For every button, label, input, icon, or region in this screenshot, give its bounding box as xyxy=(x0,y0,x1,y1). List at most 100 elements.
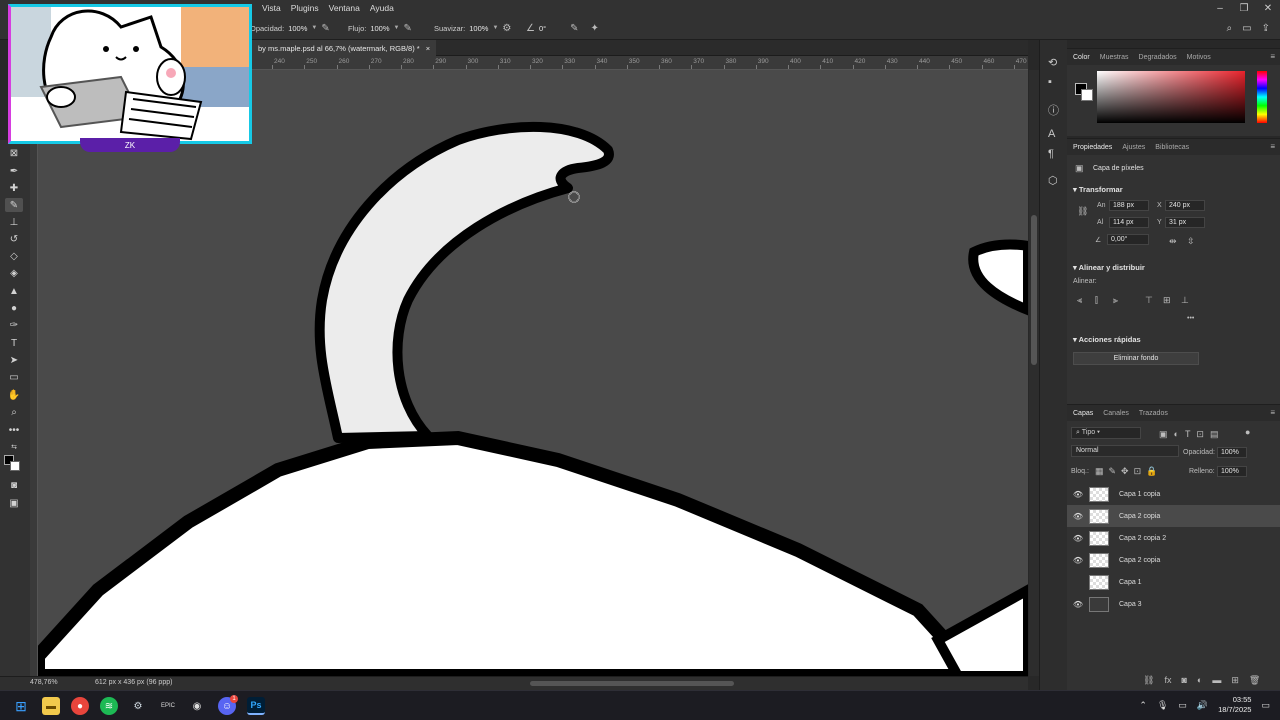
tab-channels[interactable]: Canales xyxy=(1103,410,1129,417)
vertical-scrollbar[interactable] xyxy=(1029,70,1039,676)
layer-row-selected[interactable]: 👁 Capa 2 copia xyxy=(1067,505,1280,527)
transform-section[interactable]: ▾ Transformar xyxy=(1073,185,1123,194)
eye-icon[interactable]: 👁 xyxy=(1067,556,1089,565)
panel-menu-icon[interactable]: ≡ xyxy=(1270,52,1275,61)
layer-row[interactable]: 👁 Capa 3 xyxy=(1067,593,1280,615)
flip-vertical-icon[interactable]: ⇳ xyxy=(1187,236,1195,247)
frame-tool-icon[interactable]: ⊠ xyxy=(5,146,23,160)
character-icon[interactable]: A xyxy=(1048,128,1055,140)
quick-mask-icon[interactable]: ◙ xyxy=(5,478,23,492)
layer-row[interactable]: 👁 Capa 2 copia 2 xyxy=(1067,527,1280,549)
chrome-icon[interactable]: ● xyxy=(71,697,89,715)
pen-tool-icon[interactable]: ✑ xyxy=(5,318,23,332)
background-color-chip[interactable] xyxy=(1081,89,1093,101)
layer-row[interactable]: 👁 Capa 2 copia xyxy=(1067,549,1280,571)
tab-libraries[interactable]: Bibliotecas xyxy=(1155,144,1189,151)
align-middle-icon[interactable]: ⊞ xyxy=(1163,295,1171,306)
smoothing-option[interactable]: Suavizar: 100% ▼ ⚙ xyxy=(434,16,511,40)
obs-icon[interactable]: ◉ xyxy=(188,697,206,715)
brush-angle-value[interactable]: 0° xyxy=(539,24,546,33)
blend-mode-select[interactable]: Normal xyxy=(1071,445,1179,457)
layer-row[interactable]: Capa 1 xyxy=(1067,571,1280,593)
symmetry-icon[interactable]: ✦ xyxy=(591,23,599,34)
history-brush-icon[interactable]: ↺ xyxy=(5,232,23,246)
menu-ventana[interactable]: Ventana xyxy=(329,3,360,13)
width-field[interactable]: 188 px xyxy=(1109,200,1149,211)
tab-properties[interactable]: Propiedades xyxy=(1073,144,1112,151)
brush-tool-icon[interactable]: ✎ xyxy=(5,198,23,212)
file-explorer-icon[interactable]: ▬ xyxy=(42,697,60,715)
network-icon[interactable]: ▭ xyxy=(1178,700,1187,711)
volume-icon[interactable]: 🔊 xyxy=(1197,700,1208,711)
close-tab-icon[interactable]: × xyxy=(426,44,430,53)
healing-brush-icon[interactable]: ✚ xyxy=(5,181,23,195)
flip-horizontal-icon[interactable]: ⇹ xyxy=(1169,236,1177,247)
search-icon[interactable]: ⌕ xyxy=(1227,23,1233,34)
document-canvas[interactable] xyxy=(38,70,1028,676)
remove-background-button[interactable]: Eliminar fondo xyxy=(1073,352,1199,365)
tab-swatches[interactable]: Muestras xyxy=(1100,54,1129,61)
flow-option[interactable]: Flujo: 100% ▼ ✎ xyxy=(348,16,412,40)
layer-row[interactable]: 👁 Capa 1 copia xyxy=(1067,483,1280,505)
hand-tool-icon[interactable]: ✋ xyxy=(5,388,23,402)
close-window-icon[interactable]: ✕ xyxy=(1256,0,1280,16)
x-field[interactable]: 240 px xyxy=(1165,200,1205,211)
menu-vista[interactable]: Vista xyxy=(262,3,281,13)
angle-option[interactable]: ∠ 0° ✎ ✦ xyxy=(526,16,599,40)
path-selection-icon[interactable]: ➤ xyxy=(5,353,23,367)
lock-icons[interactable]: ▦✎✥⊡🔒 xyxy=(1095,466,1162,477)
notification-icon[interactable]: ▭ xyxy=(1261,700,1270,711)
eye-icon[interactable]: 👁 xyxy=(1067,600,1089,609)
angle-field[interactable]: 0,00° xyxy=(1107,234,1149,245)
steam-icon[interactable]: ⚙ xyxy=(129,697,147,715)
opacity-value[interactable]: 100% xyxy=(288,24,307,33)
quick-actions-section[interactable]: ▾ Acciones rápidas xyxy=(1073,335,1141,344)
align-right-icon[interactable]: ⫸ xyxy=(1113,295,1118,306)
color-field[interactable] xyxy=(1097,71,1245,123)
smoothing-value[interactable]: 100% xyxy=(469,24,488,33)
3d-icon[interactable]: ⬡ xyxy=(1048,174,1058,187)
layer-opacity-field[interactable]: 100% xyxy=(1217,447,1247,458)
layer-filter-select[interactable]: ⌕ Tipo ▾ xyxy=(1071,427,1141,439)
background-color-swatch[interactable] xyxy=(10,461,20,471)
hue-slider[interactable] xyxy=(1257,71,1267,123)
tab-patterns[interactable]: Motivos xyxy=(1187,54,1211,61)
gear-icon[interactable]: ⚙ xyxy=(502,23,511,34)
document-tab[interactable]: by ms.maple.psd al 66,7% (watermark, RGB… xyxy=(252,40,437,56)
vertical-ruler[interactable] xyxy=(30,70,38,676)
height-field[interactable]: 114 px xyxy=(1109,217,1149,228)
chevron-down-icon[interactable]: ▼ xyxy=(394,25,400,31)
eraser-tool-icon[interactable]: ◇ xyxy=(5,249,23,263)
eye-icon[interactable]: 👁 xyxy=(1067,490,1089,499)
align-section[interactable]: ▾ Alinear y distribuir xyxy=(1073,263,1145,272)
link-icon[interactable]: ⛓ xyxy=(1077,206,1088,217)
tab-adjustments[interactable]: Ajustes xyxy=(1122,144,1145,151)
rectangle-tool-icon[interactable]: ▭ xyxy=(5,370,23,384)
menu-plugins[interactable]: Plugins xyxy=(291,3,319,13)
more-options-icon[interactable]: ••• xyxy=(1187,315,1194,322)
paragraph-icon[interactable]: ¶ xyxy=(1048,148,1054,160)
align-bottom-icon[interactable]: ⊥ xyxy=(1181,295,1189,306)
tab-color[interactable]: Color xyxy=(1073,54,1090,61)
paint-bucket-icon[interactable]: ◈ xyxy=(5,266,23,280)
comments-icon[interactable]: ▪ xyxy=(1048,76,1052,88)
info-icon[interactable]: ⓘ xyxy=(1048,102,1059,118)
minimize-icon[interactable]: – xyxy=(1208,0,1232,16)
align-left-icon[interactable]: ⫷ xyxy=(1077,295,1082,306)
microphone-icon[interactable]: 🎙 xyxy=(1157,700,1168,711)
workspace-icon[interactable]: ▭ xyxy=(1242,23,1251,34)
eye-icon[interactable]: 👁 xyxy=(1067,534,1089,543)
pressure-size-icon[interactable]: ✎ xyxy=(570,23,578,34)
chevron-down-icon[interactable]: ▼ xyxy=(311,25,317,31)
airbrush-icon[interactable]: ✎ xyxy=(403,23,411,34)
link-layers-icon[interactable]: ⛓ xyxy=(1143,675,1154,686)
filter-icons[interactable]: ▣◐T⊡▤ xyxy=(1159,429,1224,440)
clone-stamp-icon[interactable]: ⊥ xyxy=(5,215,23,229)
fx-icon[interactable]: fx xyxy=(1164,675,1171,686)
tab-layers[interactable]: Capas xyxy=(1073,410,1093,417)
horizontal-scrollbar[interactable] xyxy=(530,681,734,686)
windows-start-icon[interactable]: ⊞ xyxy=(12,697,30,715)
tab-paths[interactable]: Trazados xyxy=(1139,410,1168,417)
artwork-canvas[interactable] xyxy=(38,70,1028,676)
panel-menu-icon[interactable]: ≡ xyxy=(1270,408,1275,417)
